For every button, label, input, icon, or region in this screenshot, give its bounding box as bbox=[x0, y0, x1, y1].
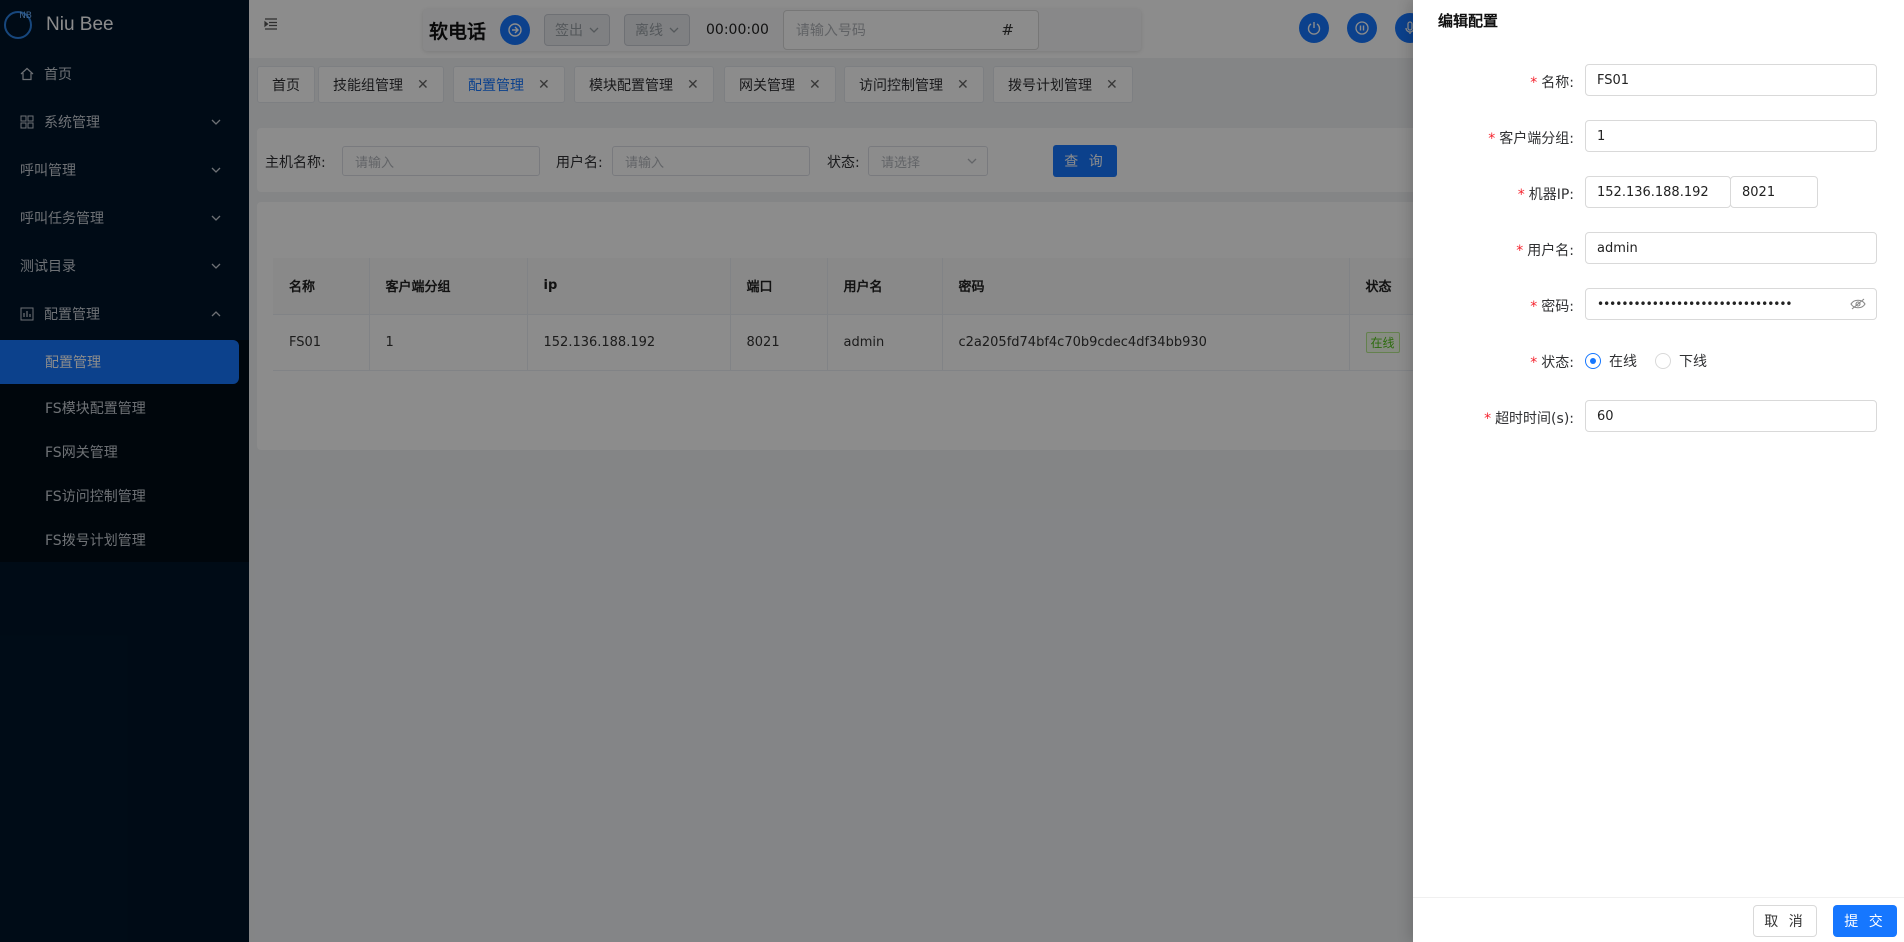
name-label-text: 名称: bbox=[1541, 75, 1574, 91]
group-input[interactable]: 1 bbox=[1585, 120, 1877, 152]
cancel-button[interactable]: 取 消 bbox=[1753, 905, 1817, 937]
password-input[interactable]: •••••••••••••••••••••••••••••••• bbox=[1585, 288, 1877, 320]
status-label-text: 状态: bbox=[1541, 355, 1574, 371]
radio-online-label: 在线 bbox=[1609, 354, 1637, 370]
drawer-title: 编辑配置 bbox=[1438, 12, 1499, 30]
field-ip: * 机器IP: 152.136.188.192 8021 bbox=[1413, 176, 1904, 210]
name-label: * 名称: bbox=[1530, 75, 1574, 91]
radio-offline-label: 下线 bbox=[1679, 354, 1707, 370]
radio-online[interactable]: 在线 bbox=[1585, 351, 1637, 371]
radio-dot bbox=[1655, 353, 1671, 369]
field-user: * 用户名: admin bbox=[1413, 232, 1904, 266]
group-label: * 客户端分组: bbox=[1488, 131, 1574, 147]
field-name: * 名称: FS01 bbox=[1413, 64, 1904, 98]
timeout-label: * 超时时间(s): bbox=[1484, 411, 1574, 427]
field-status: * 状态: 在线 下线 bbox=[1413, 344, 1904, 378]
eye-invisible-icon[interactable] bbox=[1850, 297, 1866, 311]
submit-button[interactable]: 提 交 bbox=[1833, 905, 1897, 937]
timeout-label-text: 超时时间(s): bbox=[1495, 411, 1574, 427]
radio-dot bbox=[1585, 353, 1601, 369]
password-value: •••••••••••••••••••••••••••••••• bbox=[1597, 297, 1792, 311]
radio-offline[interactable]: 下线 bbox=[1655, 351, 1707, 371]
timeout-input[interactable]: 60 bbox=[1585, 400, 1877, 432]
status-radio-group: 在线 下线 bbox=[1585, 351, 1707, 371]
edit-config-drawer: 编辑配置 * 名称: FS01 * 客户端分组: 1 * 机器IP: 152.136.… bbox=[1413, 0, 1904, 942]
port-input[interactable]: 8021 bbox=[1730, 176, 1818, 208]
password-label: * 密码: bbox=[1530, 299, 1574, 315]
ip-input[interactable]: 152.136.188.192 bbox=[1585, 176, 1731, 208]
field-group: * 客户端分组: 1 bbox=[1413, 120, 1904, 154]
password-label-text: 密码: bbox=[1541, 299, 1574, 315]
name-input[interactable]: FS01 bbox=[1585, 64, 1877, 96]
ip-label-text: 机器IP: bbox=[1528, 187, 1574, 203]
ip-label: * 机器IP: bbox=[1517, 187, 1574, 203]
user-input[interactable]: admin bbox=[1585, 232, 1877, 264]
user-label: * 用户名: bbox=[1516, 243, 1574, 259]
group-label-text: 客户端分组: bbox=[1499, 131, 1574, 147]
field-timeout: * 超时时间(s): 60 bbox=[1413, 400, 1904, 434]
field-password: * 密码: •••••••••••••••••••••••••••••••• bbox=[1413, 288, 1904, 322]
status-label: * 状态: bbox=[1530, 355, 1574, 371]
drawer-footer: 取 消 提 交 bbox=[1413, 897, 1904, 942]
modal-mask[interactable] bbox=[0, 0, 1413, 942]
user-label-text: 用户名: bbox=[1527, 243, 1574, 259]
